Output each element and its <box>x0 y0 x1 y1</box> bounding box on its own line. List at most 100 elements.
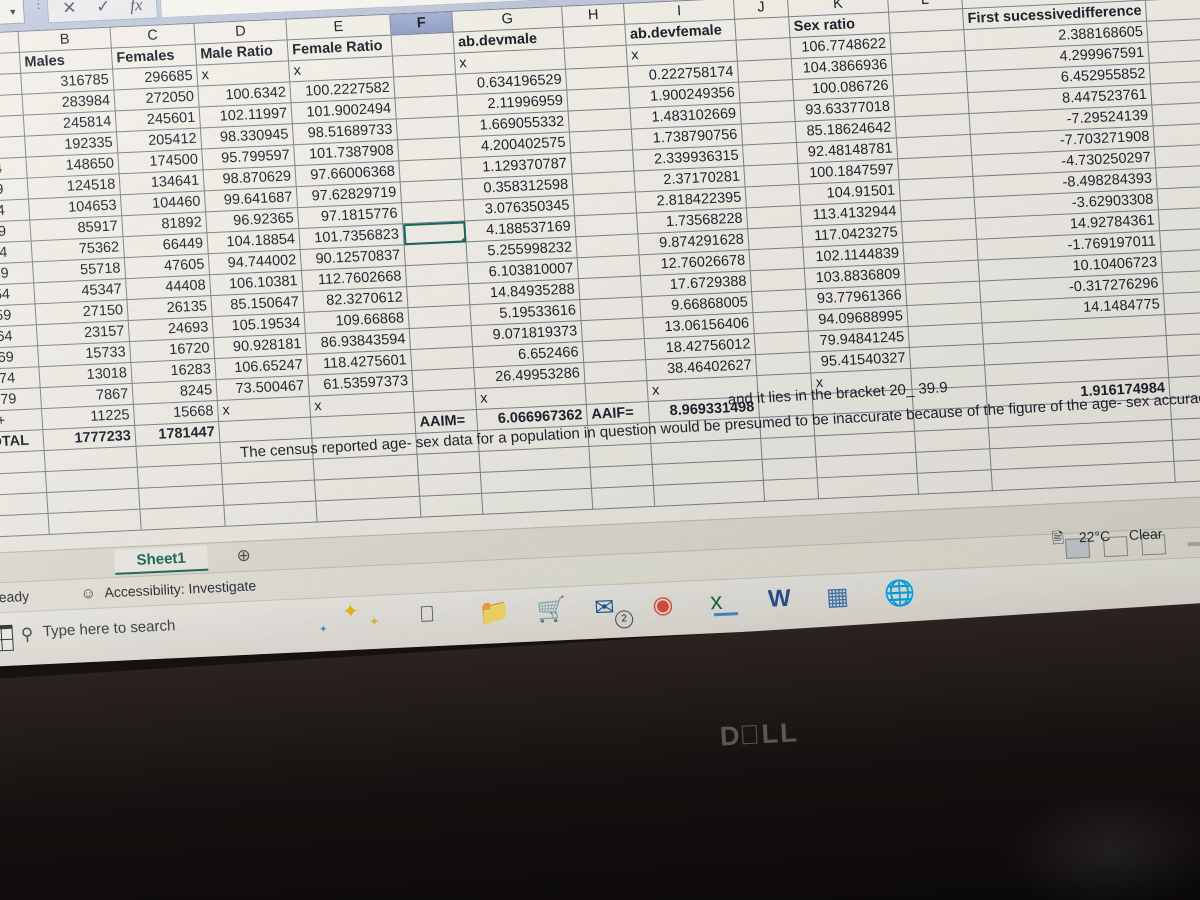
cell-F15[interactable] <box>409 325 473 350</box>
cell-N6[interactable] <box>1151 102 1200 126</box>
cell-N22[interactable] <box>1172 437 1200 462</box>
cell-H8[interactable] <box>571 171 636 195</box>
cell-H9[interactable] <box>573 191 637 216</box>
cell-F2[interactable] <box>392 53 456 78</box>
cell-N18[interactable] <box>1167 353 1200 378</box>
cell-H16[interactable] <box>582 338 646 363</box>
cell-J2[interactable] <box>736 37 792 62</box>
cancel-edit-icon[interactable]: ✕ <box>62 0 77 19</box>
cell-J1[interactable] <box>734 16 790 41</box>
cell-J22[interactable] <box>762 456 818 481</box>
widgets-icon[interactable]: ▦ <box>825 582 857 613</box>
cell-N11[interactable] <box>1158 207 1200 231</box>
cell-N7[interactable] <box>1153 123 1200 147</box>
cell-H2[interactable] <box>564 45 628 70</box>
cell-N21[interactable] <box>1171 416 1200 441</box>
cell-F21[interactable] <box>417 451 481 476</box>
insert-function-icon[interactable]: fx <box>130 0 144 16</box>
cell-J11[interactable] <box>747 226 803 250</box>
cell-I23[interactable] <box>653 480 765 507</box>
cell-D23[interactable] <box>223 501 318 527</box>
cell-J8[interactable] <box>743 163 800 187</box>
cell-C23[interactable] <box>139 505 226 531</box>
cell-J4[interactable] <box>738 79 794 104</box>
accessibility-icon[interactable]: ☺ <box>80 585 96 603</box>
cell-N2[interactable] <box>1146 18 1200 43</box>
cell-E23[interactable] <box>315 496 421 523</box>
task-view-icon[interactable]: ⎕ <box>420 600 452 631</box>
formula-bar-handle[interactable]: ⋮ <box>31 0 45 11</box>
cell-J5[interactable] <box>739 100 796 125</box>
cell-F5[interactable] <box>396 116 460 140</box>
cell-J16[interactable] <box>754 331 810 355</box>
cell-N10[interactable] <box>1157 186 1200 210</box>
taskbar-search-input[interactable]: Type here to search <box>42 617 176 640</box>
cell-H18[interactable] <box>584 380 649 405</box>
cell-H3[interactable] <box>565 66 629 91</box>
cell-J14[interactable] <box>751 289 807 313</box>
cell-H1[interactable] <box>562 24 627 49</box>
cell-F6[interactable] <box>397 137 461 161</box>
cell-F12[interactable] <box>405 262 469 287</box>
cell-H10[interactable] <box>574 212 638 237</box>
cell-J7[interactable] <box>742 142 798 166</box>
cell-N16[interactable] <box>1164 312 1200 336</box>
weather-condition[interactable]: Clear <box>1128 525 1162 543</box>
cell-F19[interactable]: AAIM= <box>414 409 478 434</box>
cell-J10[interactable] <box>746 205 802 229</box>
cell-H17[interactable] <box>583 359 647 384</box>
cell-F10[interactable] <box>402 220 466 245</box>
cell-F11[interactable] <box>404 241 468 266</box>
spreadsheet-grid[interactable]: ABCDEFGHIJKLMNO 1AGEMalesFemalesMale Rat… <box>0 0 1200 555</box>
cell-K23[interactable] <box>817 473 919 499</box>
cell-H13[interactable] <box>578 275 642 300</box>
cell-F13[interactable] <box>406 283 470 308</box>
sheet-tab-sheet1[interactable]: Sheet1 <box>113 545 209 575</box>
weather-widget-icon[interactable]: 🖹 <box>1051 528 1065 554</box>
cell-N8[interactable] <box>1154 144 1200 168</box>
cell-F7[interactable] <box>398 158 463 182</box>
cell-L23[interactable] <box>917 469 993 495</box>
confirm-edit-icon[interactable]: ✓ <box>96 0 111 17</box>
cell-F3[interactable] <box>393 74 457 99</box>
cell-F16[interactable] <box>410 346 474 371</box>
cell-N5[interactable] <box>1150 81 1200 106</box>
search-icon[interactable]: ⚲ <box>20 625 34 646</box>
cell-N23[interactable] <box>1174 458 1200 483</box>
excel-taskbar-icon[interactable]: x <box>709 587 741 618</box>
cell-N9[interactable] <box>1155 165 1200 189</box>
cell-J21[interactable] <box>760 435 816 460</box>
cell-H5[interactable] <box>568 108 632 132</box>
cell-F1[interactable] <box>391 32 455 57</box>
weather-temperature[interactable]: 22°C <box>1078 528 1110 545</box>
cell-F23[interactable] <box>419 493 483 518</box>
mail-icon[interactable]: ✉ 2 <box>594 592 634 629</box>
cell-N1[interactable] <box>1145 0 1200 22</box>
zoom-slider[interactable] <box>1187 533 1200 547</box>
cell-F8[interactable] <box>400 178 464 203</box>
column-header-f[interactable]: F <box>389 11 453 36</box>
cell-H14[interactable] <box>579 296 644 321</box>
cell-B23[interactable] <box>47 509 142 535</box>
cell-H15[interactable] <box>581 317 645 342</box>
cell-H21[interactable] <box>588 443 653 468</box>
cell-N12[interactable] <box>1159 228 1200 252</box>
cell-J3[interactable] <box>737 58 793 83</box>
cell-H6[interactable] <box>569 129 633 153</box>
cell-N14[interactable] <box>1162 270 1200 294</box>
cell-J13[interactable] <box>750 268 806 292</box>
cell-H7[interactable] <box>570 150 634 174</box>
cell-F14[interactable] <box>407 304 472 329</box>
file-explorer-icon[interactable]: 📁 <box>478 598 511 629</box>
cell-J9[interactable] <box>745 184 801 208</box>
accessibility-status[interactable]: Accessibility: Investigate <box>104 577 257 600</box>
cell-G23[interactable] <box>481 488 593 515</box>
word-icon[interactable]: W <box>767 584 799 615</box>
cell-F22[interactable] <box>418 472 482 497</box>
microsoft-store-icon[interactable]: 🛒 <box>536 595 568 626</box>
cell-J6[interactable] <box>741 121 797 145</box>
wps-office-icon[interactable]: ◉ <box>651 590 683 621</box>
cell-J17[interactable] <box>755 352 811 376</box>
cell-N13[interactable] <box>1161 249 1200 273</box>
cell-F9[interactable] <box>401 199 465 224</box>
